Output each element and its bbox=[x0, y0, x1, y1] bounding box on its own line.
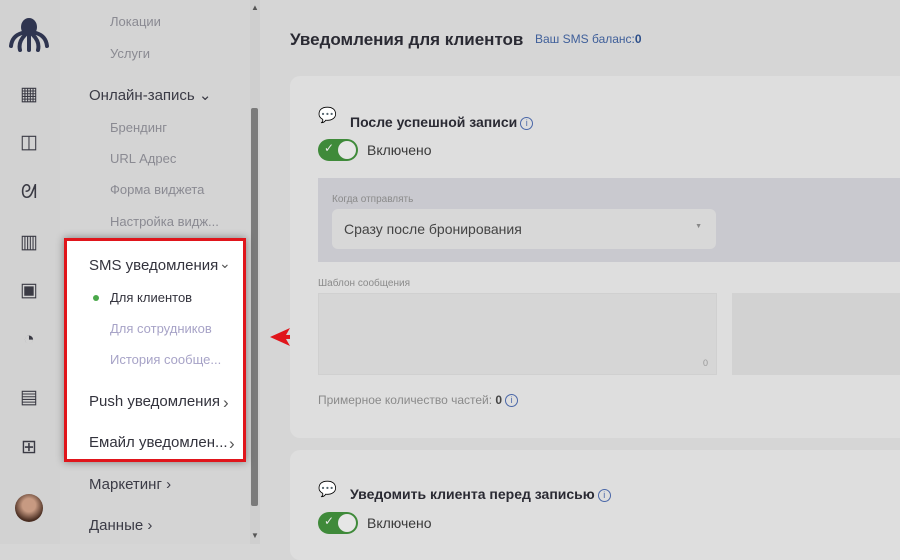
menu-item-for-clients[interactable]: Для клиентов bbox=[110, 290, 192, 305]
icon-rail: ▦ ◫ ᘛ ▥ ▣ ◔ ▤ ⊞ bbox=[0, 0, 60, 544]
when-label: Когда отправлять bbox=[332, 194, 414, 205]
chevron-down-icon: ⌄ bbox=[198, 87, 212, 104]
avatar[interactable] bbox=[15, 494, 43, 522]
email-label: Емайл уведомлен... bbox=[89, 434, 228, 451]
data-label: Данные bbox=[89, 517, 144, 534]
menu-group-online-booking[interactable]: Онлайн-запись ⌄ bbox=[89, 86, 212, 104]
message-preview bbox=[732, 293, 900, 375]
menu-item-message-history[interactable]: История сообще... bbox=[110, 352, 221, 367]
menu-item-locations[interactable]: Локации bbox=[110, 14, 161, 29]
card-title: Уведомить клиента перед записью i bbox=[350, 486, 611, 502]
highlighted-notifications-menu: SMS уведомления ⌄ Для клиентов Для сотру… bbox=[64, 238, 246, 462]
chevron-right-icon: › bbox=[166, 476, 172, 493]
template-label: Шаблон сообщения bbox=[318, 278, 410, 289]
menu-item-services[interactable]: Услуги bbox=[110, 46, 150, 61]
page-title: Уведомления для клиентов bbox=[290, 30, 524, 49]
when-value: Сразу после бронирования bbox=[344, 221, 522, 237]
when-select[interactable]: Сразу после бронирования ▼ bbox=[332, 209, 716, 249]
chevron-right-icon: › bbox=[223, 393, 229, 412]
marketing-label: Маркетинг bbox=[89, 476, 162, 493]
sms-bubble-icon: 💬 bbox=[318, 107, 337, 124]
scroll-up-icon[interactable]: ▲ bbox=[250, 3, 260, 12]
toggle-after-booking[interactable]: ✓ bbox=[318, 139, 358, 161]
chevron-right-icon: › bbox=[229, 434, 235, 453]
check-icon: ✓ bbox=[324, 141, 335, 155]
card-title: После успешной записи i bbox=[350, 114, 534, 130]
sms-bubble-icon: 💬 bbox=[318, 481, 337, 498]
chevron-down-icon: ⌄ bbox=[219, 255, 231, 271]
sms-label: SMS уведомления bbox=[89, 257, 219, 274]
check-icon: ✓ bbox=[324, 514, 335, 528]
menu-group-data[interactable]: Данные › bbox=[89, 517, 152, 534]
toggle-label: Включено bbox=[367, 142, 432, 158]
info-icon[interactable]: i bbox=[520, 117, 534, 130]
menu-group-email[interactable]: Емайл уведомлен... bbox=[89, 434, 228, 451]
balance-value: 0 bbox=[634, 32, 642, 46]
menu-group-push[interactable]: Push уведомления bbox=[89, 393, 220, 410]
push-label: Push уведомления bbox=[89, 393, 220, 410]
scrollbar-thumb[interactable] bbox=[251, 108, 258, 506]
money-icon[interactable]: ▣ bbox=[18, 280, 40, 302]
menu-group-sms[interactable]: SMS уведомления bbox=[89, 257, 218, 274]
menu-item-branding[interactable]: Брендинг bbox=[110, 120, 167, 135]
scroll-down-icon[interactable]: ▼ bbox=[250, 531, 260, 540]
sms-balance[interactable]: Ваш SMS баланс:0 bbox=[535, 32, 642, 46]
main-content: Уведомления для клиентов Ваш SMS баланс:… bbox=[262, 0, 900, 560]
octopus-logo[interactable] bbox=[8, 16, 50, 52]
clipboard-icon[interactable]: ▥ bbox=[18, 232, 40, 254]
template-textarea[interactable]: 0 bbox=[318, 293, 717, 375]
parts-count: Примерное количество частей: 0i bbox=[318, 393, 519, 407]
toggle-before-booking[interactable]: ✓ bbox=[318, 512, 358, 534]
apps-add-icon[interactable]: ⊞ bbox=[18, 437, 40, 459]
menu-item-widget-form[interactable]: Форма виджета bbox=[110, 182, 204, 197]
menu-item-url[interactable]: URL Адрес bbox=[110, 151, 176, 166]
toggle-label: Включено bbox=[367, 515, 432, 531]
clients-icon[interactable]: ᘛ bbox=[18, 182, 40, 204]
menu-group-marketing[interactable]: Маркетинг › bbox=[89, 476, 171, 493]
menu-item-for-staff[interactable]: Для сотрудников bbox=[110, 321, 212, 336]
chevron-right-icon: › bbox=[147, 517, 153, 534]
menu-item-widget-settings[interactable]: Настройка видж... bbox=[110, 214, 219, 229]
balance-label: Ваш SMS баланс: bbox=[535, 32, 635, 46]
pie-chart-icon[interactable]: ◔ bbox=[18, 329, 40, 351]
char-count: 0 bbox=[702, 358, 708, 368]
active-dot-icon bbox=[93, 295, 99, 301]
calendar-clock-icon[interactable]: ◫ bbox=[18, 132, 40, 154]
info-icon[interactable]: i bbox=[597, 489, 611, 502]
info-icon[interactable]: i bbox=[505, 394, 519, 407]
window-icon[interactable]: ▤ bbox=[18, 387, 40, 409]
dropdown-arrow-icon: ▼ bbox=[695, 223, 702, 230]
online-booking-label: Онлайн-запись bbox=[89, 87, 195, 104]
calendar-icon[interactable]: ▦ bbox=[18, 84, 40, 106]
